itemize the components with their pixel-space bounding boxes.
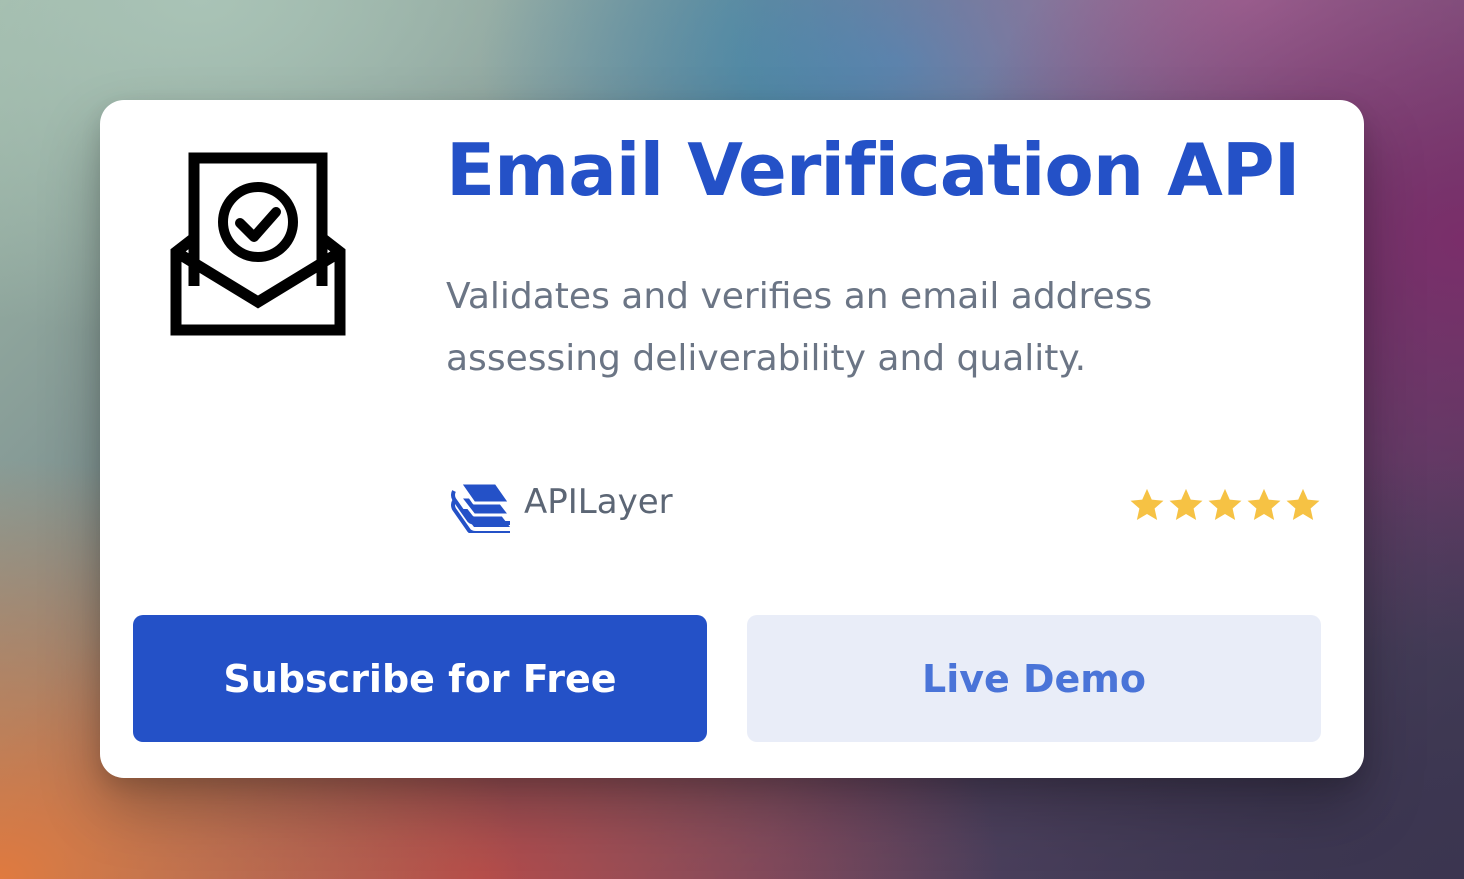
subscribe-button[interactable]: Subscribe for Free [133,615,707,742]
star-icon [1247,488,1281,521]
email-verified-envelope-icon [170,152,346,336]
star-rating [1127,486,1322,524]
product-card: Email Verification API Validates and ver… [100,100,1364,778]
star-icon [1130,488,1164,521]
star-icon [1208,488,1242,521]
product-title[interactable]: Email Verification API [446,128,1300,212]
apilayer-logo [451,481,512,533]
provider-name: APILayer [524,482,673,522]
star-icon [1286,488,1320,521]
live-demo-button[interactable]: Live Demo [747,615,1321,742]
star-icon [1169,488,1203,521]
product-description: Validates and verifies an email address … [446,276,1153,379]
provider[interactable]: APILayer [446,470,673,534]
